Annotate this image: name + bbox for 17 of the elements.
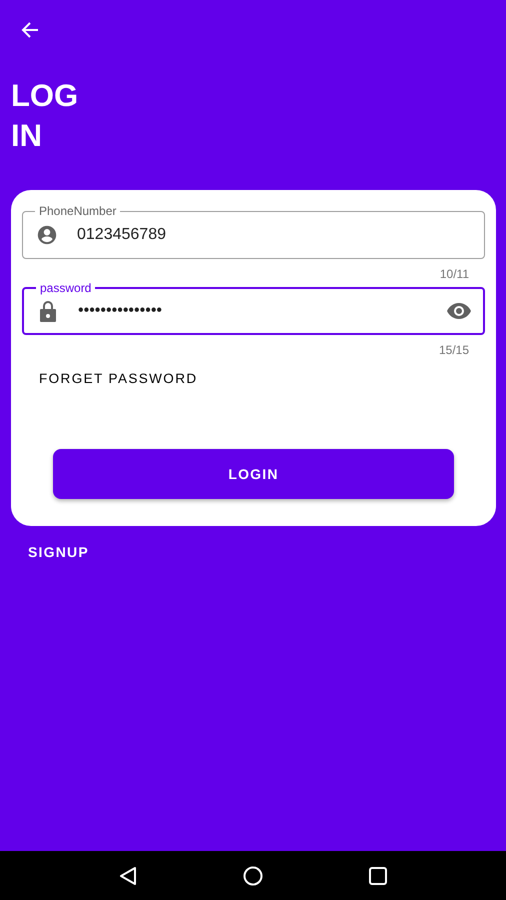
field-label: PhoneNumber — [35, 204, 120, 218]
forget-password-link[interactable]: FORGET PASSWORD — [39, 371, 198, 386]
recents-icon[interactable] — [369, 866, 387, 884]
back-icon[interactable] — [119, 866, 137, 886]
home-icon[interactable] — [243, 866, 263, 886]
field-value: 0123456789 — [77, 226, 167, 244]
page-title: LOG IN — [11, 77, 78, 155]
eye-icon[interactable] — [447, 303, 471, 319]
login-button[interactable]: LOGIN — [53, 449, 454, 499]
character-counter: 15/15 — [438, 343, 469, 357]
field-label: password — [36, 281, 96, 295]
character-counter: 10/11 — [440, 267, 469, 281]
account-icon — [36, 224, 58, 246]
field-value: ••••••••••••••• — [78, 302, 164, 320]
signup-link[interactable]: SIGNUP — [28, 544, 89, 560]
back-arrow-icon[interactable] — [20, 20, 40, 40]
lock-icon — [38, 299, 58, 323]
